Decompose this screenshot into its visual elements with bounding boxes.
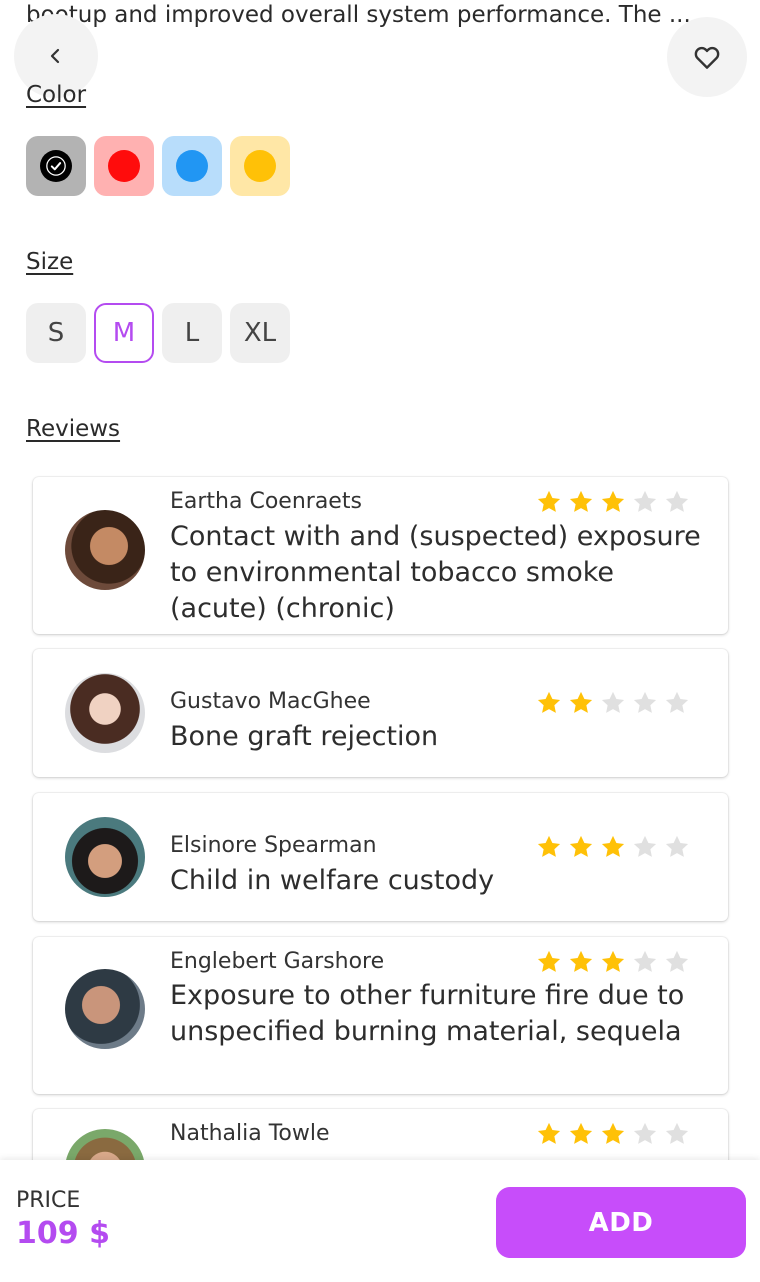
star-rating (535, 488, 691, 516)
size-option-m[interactable]: M (94, 303, 154, 363)
star-icon (569, 490, 593, 512)
color-dot (108, 150, 140, 182)
star-icon (569, 691, 593, 713)
star-icon (665, 490, 689, 512)
review-card: Gustavo MacGhee Bone graft rejection (33, 649, 728, 777)
star-icon (537, 835, 561, 857)
color-swatch-red[interactable] (94, 136, 154, 196)
color-swatch-yellow[interactable] (230, 136, 290, 196)
price-label: PRICE (16, 1188, 81, 1213)
reviewer-name: Elsinore Spearman (170, 833, 377, 858)
star-icon (665, 950, 689, 972)
bottom-bar: PRICE 109 $ ADD (0, 1160, 760, 1282)
star-icon (601, 835, 625, 857)
size-option-l[interactable]: L (162, 303, 222, 363)
avatar (65, 817, 145, 897)
star-icon (601, 1122, 625, 1144)
heart-outline-icon (694, 46, 720, 69)
avatar (65, 510, 145, 590)
size-option-s[interactable]: S (26, 303, 86, 363)
star-icon (633, 691, 657, 713)
reviewer-name: Englebert Garshore (170, 949, 385, 974)
star-icon (537, 950, 561, 972)
reviewer-name: Eartha Coenraets (170, 489, 362, 514)
reviews-section-label: Reviews (26, 416, 121, 442)
add-to-cart-button[interactable]: ADD (496, 1187, 746, 1258)
star-icon (601, 691, 625, 713)
star-rating (535, 833, 691, 861)
price-value: 109 $ (16, 1216, 110, 1251)
favorite-button[interactable] (667, 17, 747, 97)
avatar (65, 969, 145, 1049)
star-rating (535, 1120, 691, 1148)
star-icon (665, 691, 689, 713)
star-icon (569, 835, 593, 857)
star-icon (601, 490, 625, 512)
color-dot (244, 150, 276, 182)
review-text: Child in welfare custody (170, 865, 495, 896)
star-icon (665, 1122, 689, 1144)
reviewer-name: Gustavo MacGhee (170, 689, 371, 714)
color-swatch-black[interactable] (26, 136, 86, 196)
review-text: Bone graft rejection (170, 721, 439, 752)
review-card: Englebert Garshore Exposure to other fur… (33, 937, 728, 1094)
review-card: Elsinore Spearman Child in welfare custo… (33, 793, 728, 921)
star-rating (535, 948, 691, 976)
color-swatches (26, 136, 290, 196)
description-snippet: bootup and improved overall system perfo… (26, 2, 691, 28)
star-icon (633, 490, 657, 512)
star-icon (537, 490, 561, 512)
star-icon (537, 1122, 561, 1144)
size-options: S M L XL (26, 303, 290, 363)
review-text: Contact with and (suspected) exposure to… (170, 521, 701, 624)
color-swatch-blue[interactable] (162, 136, 222, 196)
star-icon (569, 1122, 593, 1144)
review-card: Eartha Coenraets Contact with and (suspe… (33, 477, 728, 634)
color-dot (176, 150, 208, 182)
star-icon (665, 835, 689, 857)
check-icon (46, 156, 66, 176)
size-option-xl[interactable]: XL (230, 303, 290, 363)
color-section-label: Color (26, 82, 87, 108)
star-rating (535, 689, 691, 717)
reviewer-name: Nathalia Towle (170, 1121, 330, 1146)
review-text: Exposure to other furniture fire due to … (170, 980, 685, 1047)
star-icon (633, 1122, 657, 1144)
star-icon (633, 835, 657, 857)
avatar (65, 673, 145, 753)
color-dot (40, 150, 72, 182)
star-icon (537, 691, 561, 713)
star-icon (633, 950, 657, 972)
star-icon (569, 950, 593, 972)
size-section-label: Size (26, 249, 74, 275)
star-icon (601, 950, 625, 972)
chevron-left-icon (50, 48, 60, 64)
